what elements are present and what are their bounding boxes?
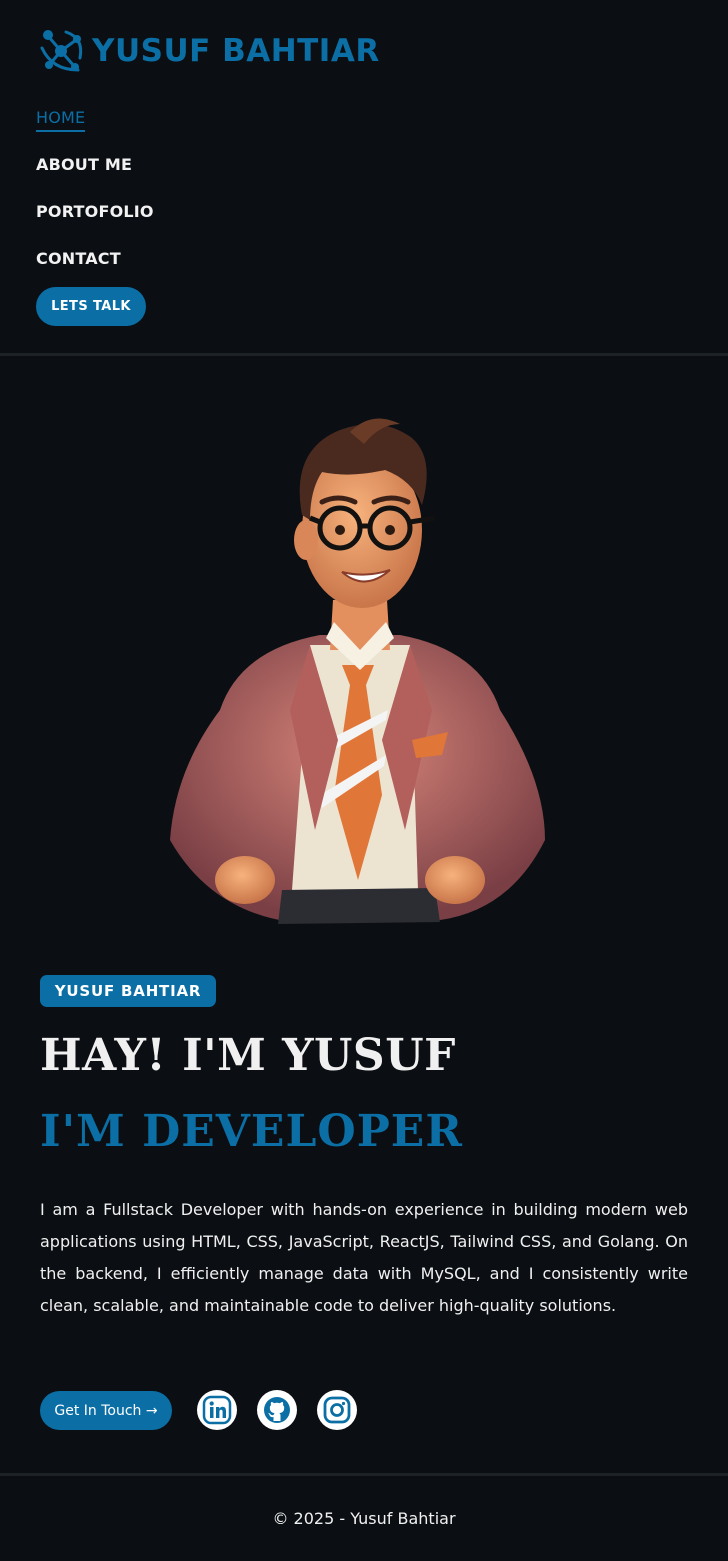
github-link[interactable] <box>257 1390 297 1430</box>
avatar-illustration <box>170 418 545 924</box>
nav-about-me[interactable]: ABOUT ME <box>36 155 132 174</box>
site-header: YUSUF BAHTIAR HOME ABOUT ME PORTOFOLIO C… <box>0 0 728 354</box>
copyright-text: © 2025 - Yusuf Bahtiar <box>272 1509 456 1528</box>
bio-text: I am a Fullstack Developer with hands-on… <box>40 1200 688 1315</box>
instagram-link[interactable] <box>317 1390 357 1430</box>
hero-subtitle: I'M DEVELOPER <box>40 1106 463 1157</box>
linkedin-icon <box>202 1395 232 1425</box>
molecule-icon <box>40 30 83 72</box>
header-divider <box>0 353 728 356</box>
hero-title: HAY! I'M YUSUF <box>40 1030 456 1081</box>
site-footer: © 2025 - Yusuf Bahtiar <box>0 1476 728 1561</box>
linkedin-link[interactable] <box>197 1390 237 1430</box>
github-icon <box>264 1397 290 1423</box>
name-badge: YUSUF BAHTIAR <box>40 975 216 1007</box>
nav-home[interactable]: HOME <box>36 108 86 132</box>
nav-portofolio[interactable]: PORTOFOLIO <box>36 202 154 221</box>
nav-contact[interactable]: CONTACT <box>36 249 121 268</box>
lets-talk-button[interactable]: LETS TALK <box>36 287 146 326</box>
logo-text: YUSUF BAHTIAR <box>92 33 380 69</box>
logo[interactable]: YUSUF BAHTIAR <box>36 26 380 76</box>
get-in-touch-button[interactable]: Get In Touch → <box>40 1391 172 1430</box>
instagram-icon <box>323 1396 351 1424</box>
